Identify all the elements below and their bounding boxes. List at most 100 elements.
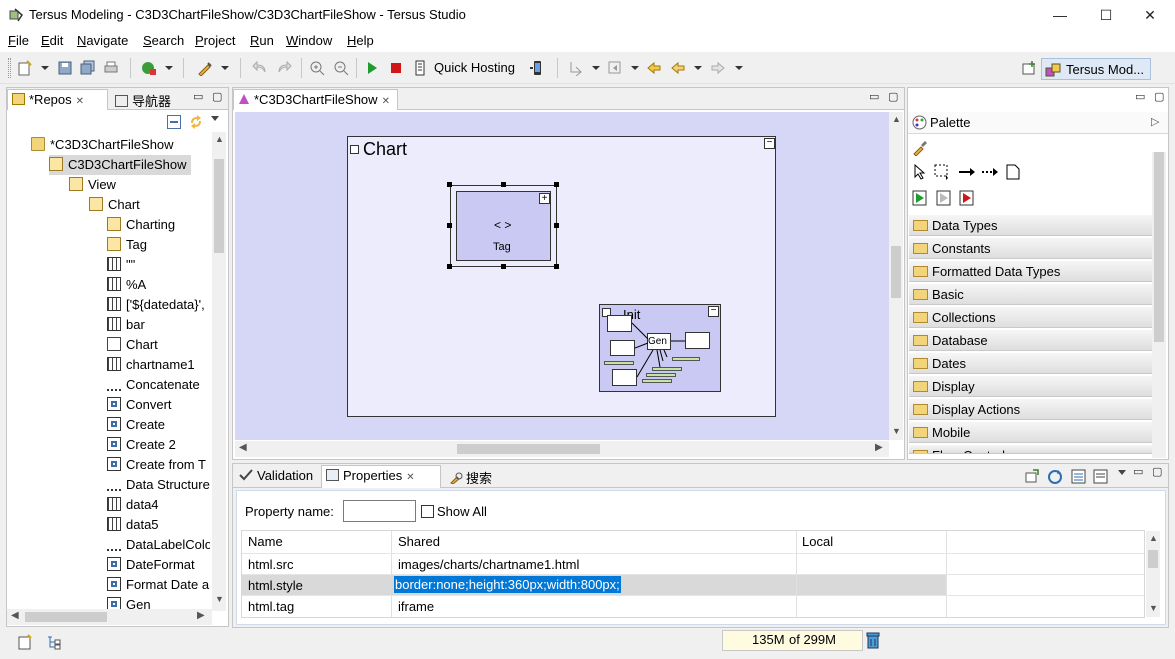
- link-with-editor-icon[interactable]: [188, 114, 204, 130]
- tree-item[interactable]: data5: [107, 515, 159, 535]
- new-dropdown-icon[interactable]: [41, 66, 49, 70]
- selection-handle[interactable]: [501, 182, 506, 187]
- palette-group[interactable]: Formatted Data Types: [909, 261, 1152, 282]
- palette-group[interactable]: Display Actions: [909, 399, 1152, 420]
- forward-icon[interactable]: [710, 60, 726, 76]
- tree-item[interactable]: DataLabelColo: [107, 535, 210, 555]
- tab-repos[interactable]: *Repos ✕: [7, 89, 108, 110]
- select-tool-icon[interactable]: [912, 163, 928, 180]
- menu-navigate[interactable]: Navigate: [77, 33, 128, 48]
- scroll-down-icon[interactable]: ▼: [215, 594, 224, 604]
- scroll-left-icon[interactable]: ◀: [11, 610, 19, 621]
- tree-item[interactable]: Concatenate: [107, 375, 200, 395]
- prev-annotation-icon[interactable]: [607, 60, 623, 76]
- diagram-canvas[interactable]: Chart − + < > Tag Init − Gen: [235, 112, 889, 440]
- view-menu-icon[interactable]: [1118, 470, 1126, 475]
- tree-item[interactable]: Chart: [89, 195, 140, 215]
- palette-group[interactable]: Collections: [909, 307, 1152, 328]
- tree-item[interactable]: Charting: [107, 215, 175, 235]
- maximize-icon[interactable]: ▢: [1154, 90, 1164, 103]
- scroll-right-icon[interactable]: ▶: [197, 610, 205, 621]
- tag-element-box[interactable]: + < > Tag: [456, 191, 551, 261]
- scroll-right-icon[interactable]: ▶: [875, 442, 883, 453]
- menu-search[interactable]: Search: [143, 33, 184, 48]
- palette-vertical-scrollbar[interactable]: [1152, 152, 1166, 458]
- scroll-up-icon[interactable]: ▲: [892, 114, 901, 124]
- menu-run[interactable]: Run: [250, 33, 274, 48]
- collapse-all-icon[interactable]: [167, 115, 181, 129]
- palette-group[interactable]: Flow Control: [909, 445, 1152, 454]
- connection-tool-icon[interactable]: [958, 164, 976, 180]
- tab-navigator[interactable]: 导航器: [111, 89, 183, 110]
- menu-help[interactable]: Help: [347, 33, 374, 48]
- tree-item[interactable]: "": [107, 255, 135, 275]
- tree-item[interactable]: Format Date a: [107, 575, 209, 595]
- canvas-horizontal-scrollbar[interactable]: ◀ ▶: [235, 441, 889, 457]
- save-icon[interactable]: [57, 60, 73, 76]
- selection-handle[interactable]: [554, 223, 559, 228]
- mobile-device-icon[interactable]: [529, 60, 545, 76]
- tab-search[interactable]: 搜索: [445, 466, 497, 487]
- tersus-perspective-button[interactable]: Tersus Mod...: [1041, 58, 1151, 80]
- tree-horizontal-scrollbar[interactable]: ◀ ▶: [7, 609, 212, 625]
- tree-item[interactable]: Create from T: [107, 455, 206, 475]
- stop-icon[interactable]: [388, 60, 404, 76]
- init-process-box[interactable]: Init − Gen: [599, 304, 721, 392]
- palette-group[interactable]: Basic: [909, 284, 1152, 305]
- table-vertical-scrollbar[interactable]: ▲ ▼: [1146, 531, 1160, 617]
- view-menu-icon[interactable]: [211, 116, 219, 121]
- refresh-icon[interactable]: [1047, 469, 1063, 485]
- quick-hosting-button[interactable]: Quick Hosting: [434, 60, 515, 75]
- scroll-left-icon[interactable]: ◀: [239, 442, 247, 453]
- table-row-name[interactable]: html.src: [248, 554, 294, 575]
- back-icon[interactable]: [670, 60, 686, 76]
- close-icon[interactable]: ✕: [406, 472, 414, 483]
- tag-expand-button[interactable]: +: [539, 193, 550, 204]
- prev-annotation-dropdown-icon[interactable]: [631, 66, 639, 70]
- tab-c3d3chartfileshow[interactable]: *C3D3ChartFileShow ✕: [233, 89, 398, 110]
- close-button[interactable]: ✕: [1140, 6, 1160, 24]
- hosting-icon[interactable]: [412, 60, 428, 76]
- menu-project[interactable]: Project: [195, 33, 235, 48]
- run-target-dropdown-icon[interactable]: [165, 66, 173, 70]
- undo-icon[interactable]: [252, 60, 268, 76]
- tree-item[interactable]: Create 2: [107, 435, 176, 455]
- last-edit-icon[interactable]: [646, 60, 662, 76]
- pen-tool-dropdown-icon[interactable]: [221, 66, 229, 70]
- palette-header[interactable]: Palette ▷: [908, 112, 1168, 134]
- pen-tool-icon[interactable]: [197, 60, 213, 77]
- maximize-icon[interactable]: ▢: [212, 90, 222, 103]
- zoom-in-icon[interactable]: [309, 60, 325, 76]
- selection-handle[interactable]: [554, 264, 559, 269]
- canvas-vertical-scrollbar[interactable]: ▲ ▼: [889, 112, 903, 440]
- scroll-down-icon[interactable]: ▼: [1149, 603, 1158, 613]
- tree-item[interactable]: Chart: [107, 335, 158, 355]
- tree-scroll-thumb[interactable]: [214, 159, 224, 253]
- selection-handle[interactable]: [554, 182, 559, 187]
- trigger-tool-icon[interactable]: [912, 190, 928, 206]
- back-dropdown-icon[interactable]: [694, 66, 702, 70]
- fast-view-icon[interactable]: [18, 634, 34, 650]
- minimize-button[interactable]: —: [1050, 6, 1070, 24]
- error-exit-tool-icon[interactable]: [959, 190, 975, 206]
- scroll-up-icon[interactable]: ▲: [1149, 533, 1158, 543]
- maximize-button[interactable]: ☐: [1096, 6, 1116, 24]
- save-all-icon[interactable]: [80, 60, 96, 76]
- tree-item[interactable]: Data Structure: [107, 475, 210, 495]
- properties-view-icon[interactable]: [1071, 469, 1086, 484]
- marquee-tool-icon[interactable]: [934, 164, 952, 180]
- table-row-shared[interactable]: iframe: [398, 596, 434, 617]
- table-row-shared[interactable]: images/charts/chartname1.html: [398, 554, 579, 575]
- menu-file[interactable]: File: [8, 33, 29, 48]
- tree-item[interactable]: ['${datedata}',: [107, 295, 205, 315]
- tree-item[interactable]: DateFormat: [107, 555, 195, 575]
- table-row-name[interactable]: html.tag: [248, 596, 294, 617]
- dashed-connection-tool-icon[interactable]: [981, 164, 999, 180]
- palette-scroll-thumb[interactable]: [1154, 152, 1164, 342]
- column-header-local[interactable]: Local: [802, 531, 833, 553]
- run-target-icon[interactable]: [141, 60, 157, 76]
- exit-tool-icon[interactable]: [936, 190, 952, 206]
- palette-group[interactable]: Mobile: [909, 422, 1152, 443]
- palette-group[interactable]: Database: [909, 330, 1152, 351]
- show-all-checkbox[interactable]: [421, 505, 434, 518]
